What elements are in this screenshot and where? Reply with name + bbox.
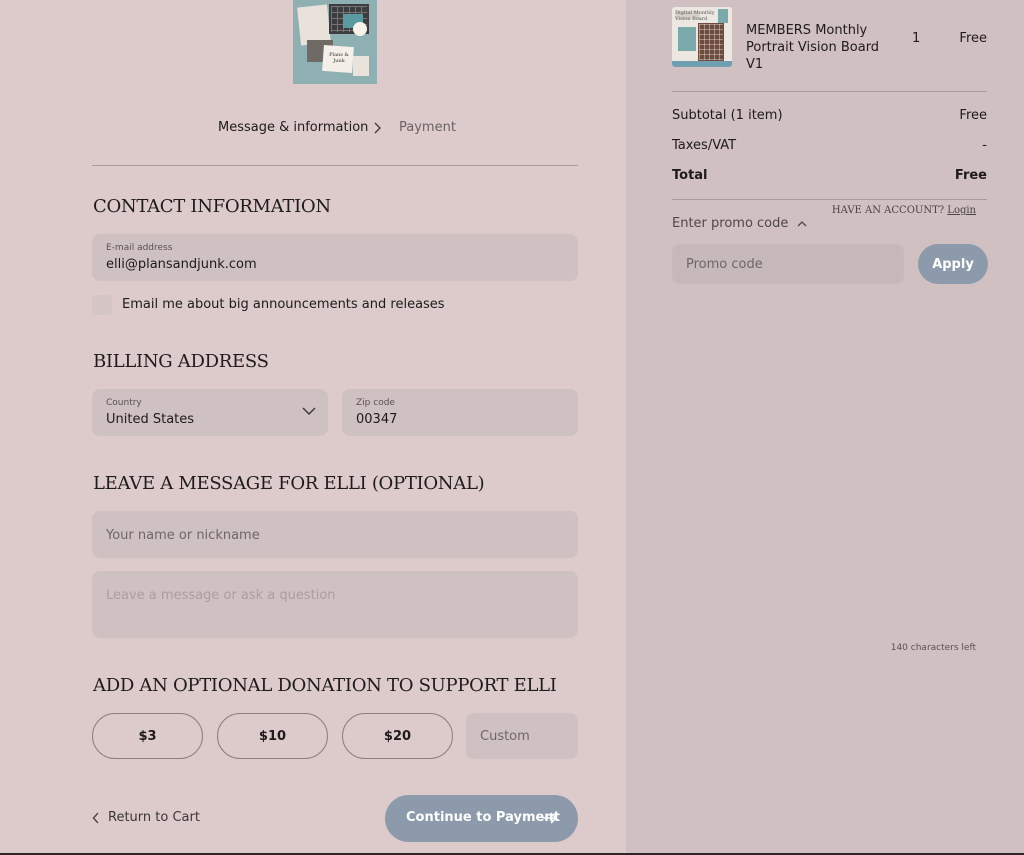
subtotal-label: Subtotal (1 item)	[672, 108, 783, 123]
subtotal-value: Free	[959, 108, 987, 123]
donation-10-button[interactable]: $10	[217, 713, 328, 759]
promo-code-input[interactable]: Promo code	[672, 244, 904, 284]
product-thumbnail-text: Digital Monthly Vision Board	[675, 10, 715, 22]
donation-20-button[interactable]: $20	[342, 713, 453, 759]
summary-divider-bottom	[672, 199, 987, 200]
continue-to-payment-label: Continue to Payment	[406, 810, 560, 825]
chevron-right-icon	[374, 122, 381, 134]
subtotal-row: Subtotal (1 item) Free	[672, 108, 987, 126]
breadcrumb-step-information[interactable]: Message & information	[218, 120, 368, 135]
apply-promo-button[interactable]: Apply	[918, 244, 988, 284]
country-value: United States	[106, 412, 195, 427]
store-logo[interactable]: Plans & Junk	[293, 0, 377, 84]
continue-to-payment-button[interactable]: Continue to Payment	[385, 795, 578, 842]
country-select[interactable]: Country United States	[92, 389, 328, 436]
breadcrumb: Message & information Payment	[0, 120, 626, 140]
arrow-right-icon	[543, 812, 558, 824]
total-row: Total Free	[672, 168, 987, 186]
logo-text: Plans & Junk	[329, 52, 349, 64]
total-value: Free	[954, 168, 987, 183]
email-field[interactable]: E-mail address elli@plansandjunk.com	[92, 234, 578, 281]
total-label: Total	[672, 168, 708, 183]
newsletter-label: Email me about big announcements and rel…	[122, 297, 445, 312]
order-summary-pane	[626, 0, 1024, 855]
chevron-left-icon	[92, 812, 99, 824]
return-to-cart-label: Return to Cart	[108, 810, 200, 825]
product-thumbnail: Digital Monthly Vision Board	[672, 7, 732, 67]
product-price: Free	[959, 31, 987, 46]
promo-code-placeholder: Promo code	[686, 257, 763, 272]
promo-code-toggle[interactable]: Enter promo code	[672, 216, 807, 231]
characters-left-counter: 140 characters left	[890, 643, 976, 653]
breadcrumb-step-payment: Payment	[399, 120, 456, 135]
product-name: MEMBERS Monthly Portrait Vision Board V1	[746, 23, 880, 72]
donation-3-button[interactable]: $3	[92, 713, 203, 759]
zip-code-label: Zip code	[356, 398, 395, 408]
country-label: Country	[106, 398, 142, 408]
zip-code-field[interactable]: Zip code 00347	[342, 389, 578, 436]
login-link[interactable]: Login	[947, 205, 976, 216]
email-label: E-mail address	[106, 243, 173, 253]
have-account-prompt: Have an account? Login	[831, 205, 976, 216]
zip-code-value: 00347	[356, 412, 398, 427]
header-divider	[92, 165, 578, 166]
nickname-input[interactable]: Your name or nickname	[92, 511, 578, 558]
promo-code-toggle-label: Enter promo code	[672, 216, 789, 231]
product-quantity: 1	[912, 31, 921, 46]
message-placeholder: Leave a message or ask a question	[106, 588, 336, 603]
nickname-placeholder: Your name or nickname	[106, 528, 260, 543]
contact-section-title: Contact information	[93, 196, 331, 217]
billing-section-title: Billing address	[93, 351, 269, 372]
taxes-value: -	[982, 138, 987, 153]
message-textarea[interactable]: Leave a message or ask a question	[92, 571, 578, 638]
taxes-label: Taxes/VAT	[672, 138, 737, 153]
taxes-row: Taxes/VAT -	[672, 138, 987, 156]
message-section-title: Leave a message for Elli (optional)	[93, 473, 485, 494]
donation-custom-placeholder: Custom	[480, 729, 530, 744]
donation-section-title: Add an optional donation to support Elli	[93, 675, 557, 696]
chevron-up-icon	[797, 220, 806, 226]
newsletter-checkbox[interactable]	[92, 295, 112, 315]
summary-divider-top	[672, 91, 987, 92]
email-value: elli@plansandjunk.com	[106, 257, 257, 272]
chevron-down-icon	[302, 407, 316, 415]
donation-custom-input[interactable]: Custom	[466, 713, 578, 759]
